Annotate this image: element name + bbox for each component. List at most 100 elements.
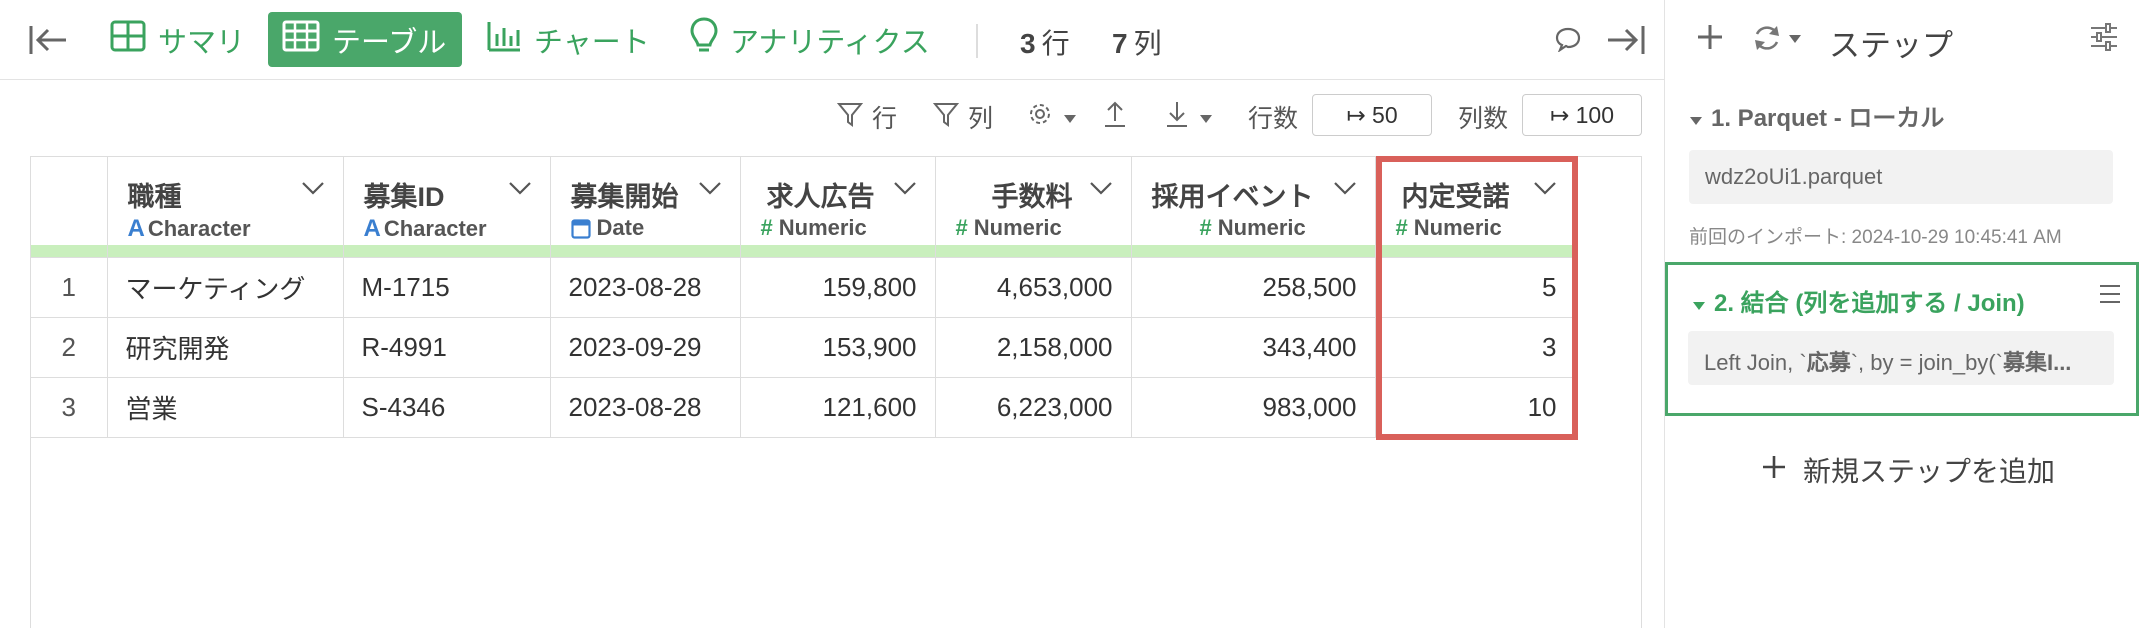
columns-limit-input[interactable]: ↦ 100 [1522, 94, 1642, 136]
sort-ascending-button[interactable] [1102, 92, 1136, 142]
column-header-recruit-id[interactable]: 募集ID A Character [343, 157, 551, 258]
lightbulb-icon [690, 16, 730, 63]
tab-table-label: テーブル [332, 26, 447, 59]
add-step-button[interactable]: 新規ステップを追加 [1761, 450, 2055, 490]
data-table: 職種 A Character 募集ID A Character 募集開始 Date [31, 157, 1576, 438]
step-1-file[interactable]: wdz2oUi1.parquet [1689, 150, 2113, 204]
table-cell[interactable]: 153,900 [740, 317, 936, 378]
step-2-card[interactable]: 2. 結合 (列を追加する / Join) Left Join, `応募`, b… [1665, 262, 2139, 416]
app-window: サマリ テーブル チャート アナリティクス 3行 7列 行 列 行数 ↦ 50 … [0, 0, 2140, 628]
table-cell[interactable]: 983,000 [1131, 377, 1376, 438]
collapse-right-icon[interactable] [1606, 22, 1646, 63]
column-type: A Character [364, 215, 487, 243]
chevron-down-icon[interactable] [698, 181, 722, 200]
column-header-job-ad[interactable]: 求人広告 # Numeric [740, 157, 936, 258]
table-cell[interactable]: R-4991 [343, 317, 551, 378]
column-name: 職種 [127, 182, 182, 212]
table-row[interactable]: 2 研究開発 R-4991 2023-09-29 153,900 2,158,0… [31, 317, 1576, 378]
step-2-text: `, by = join_by(` [1850, 350, 2003, 375]
table-cell[interactable]: 研究開発 [107, 317, 344, 378]
column-header-start-date[interactable]: 募集開始 Date [550, 157, 741, 258]
column-name: 求人広告 [766, 182, 875, 212]
tab-chart[interactable]: チャート [472, 12, 664, 67]
table-cell[interactable]: M-1715 [343, 257, 551, 318]
header-quality-bar [343, 244, 550, 257]
filter-rows-label: 行 [872, 105, 898, 133]
grid-icon [110, 20, 158, 60]
sort-descending-dropdown[interactable] [1164, 92, 1222, 142]
table-cell[interactable]: 2,158,000 [935, 317, 1132, 378]
gear-icon [1026, 100, 1062, 135]
column-name: 手数料 [991, 182, 1073, 212]
filter-columns-button[interactable]: 列 [932, 92, 993, 142]
step-2-table-name: 応募 [1806, 350, 1851, 375]
tab-table[interactable]: テーブル [268, 12, 462, 67]
column-type-label: Character [383, 216, 487, 241]
refresh-icon [1751, 22, 1783, 59]
chevron-down-icon[interactable] [508, 181, 532, 200]
plus-icon[interactable] [1695, 22, 1725, 57]
table-cell[interactable]: 営業 [107, 377, 344, 438]
sliders-icon[interactable] [2089, 22, 2119, 57]
menu-icon[interactable] [2098, 283, 2122, 310]
hash-icon: # [1199, 215, 1212, 240]
chevron-down-icon[interactable] [1333, 181, 1357, 200]
chevron-down-icon[interactable] [893, 181, 917, 200]
header-quality-bar [107, 244, 343, 257]
header-quality-bar [935, 244, 1131, 257]
table-row[interactable]: 3 営業 S-4346 2023-08-28 121,600 6,223,000… [31, 377, 1576, 438]
column-count-value: 7 [1112, 28, 1128, 59]
step-2-title: 2. 結合 (列を追加する / Join) [1714, 290, 2025, 317]
comment-icon[interactable] [1554, 26, 1582, 57]
table-cell[interactable]: 2023-08-28 [550, 377, 741, 438]
row-count-unit: 行 [1041, 28, 1070, 59]
refresh-dropdown[interactable] [1751, 22, 1803, 59]
calendar-icon [570, 217, 591, 239]
row-count-value: 3 [1020, 28, 1036, 59]
step-2-header[interactable]: 2. 結合 (列を追加する / Join) [1692, 283, 2025, 318]
table-cell[interactable]: S-4346 [343, 377, 551, 438]
column-header-job-type[interactable]: 職種 A Character [107, 157, 344, 258]
step-1-title: 1. Parquet - ローカル [1711, 105, 1945, 132]
table-header-row: 職種 A Character 募集ID A Character 募集開始 Date [31, 157, 1576, 258]
hash-icon: # [955, 215, 968, 240]
chevron-down-icon[interactable] [1089, 181, 1113, 200]
table-cell[interactable]: マーケティング [107, 257, 344, 318]
tab-chart-label: チャート [534, 26, 650, 59]
row-number: 2 [31, 317, 108, 378]
table-toolbar: 行 列 行数 ↦ 50 列数 ↦ 100 [0, 92, 1664, 142]
rows-limit-input[interactable]: ↦ 50 [1312, 94, 1432, 136]
filter-icon [836, 100, 872, 135]
column-highlight-box [1376, 156, 1578, 440]
column-type-label: Numeric [973, 215, 1062, 240]
column-header-fee[interactable]: 手数料 # Numeric [935, 157, 1132, 258]
column-header-recruit-event[interactable]: 採用イベント # Numeric [1131, 157, 1376, 258]
chevron-down-icon[interactable] [301, 181, 325, 200]
table-cell[interactable]: 258,500 [1131, 257, 1376, 318]
tab-analytics[interactable]: アナリティクス [676, 12, 944, 67]
step-1-header[interactable]: 1. Parquet - ローカル [1689, 98, 1944, 133]
header-quality-bar [31, 244, 107, 257]
table-cell[interactable]: 121,600 [740, 377, 936, 438]
column-count: 7列 [1112, 22, 1162, 62]
steps-panel-header: ステップ [1665, 0, 2140, 80]
collapse-left-icon[interactable] [28, 22, 68, 58]
table-cell[interactable]: 2023-08-28 [550, 257, 741, 318]
table-row[interactable]: 1 マーケティング M-1715 2023-08-28 159,800 4,65… [31, 257, 1576, 318]
settings-dropdown[interactable] [1026, 92, 1086, 142]
column-type: # Numeric [761, 215, 867, 241]
tab-summary[interactable]: サマリ [96, 12, 259, 67]
table-cell[interactable]: 6,223,000 [935, 377, 1132, 438]
table-icon [282, 20, 332, 60]
table-cell[interactable]: 4,653,000 [935, 257, 1132, 318]
step-2-summary[interactable]: Left Join, `応募`, by = join_by(`募集I... [1688, 331, 2114, 385]
column-type: # Numeric [956, 215, 1062, 241]
column-type: Date [570, 215, 644, 241]
filter-rows-button[interactable]: 行 [836, 92, 897, 142]
table-cell[interactable]: 343,400 [1131, 317, 1376, 378]
caret-down-icon [1787, 32, 1803, 50]
row-count: 3行 [1020, 22, 1070, 62]
table-cell[interactable]: 159,800 [740, 257, 936, 318]
table-cell[interactable]: 2023-09-29 [550, 317, 741, 378]
character-icon: A [127, 215, 145, 242]
